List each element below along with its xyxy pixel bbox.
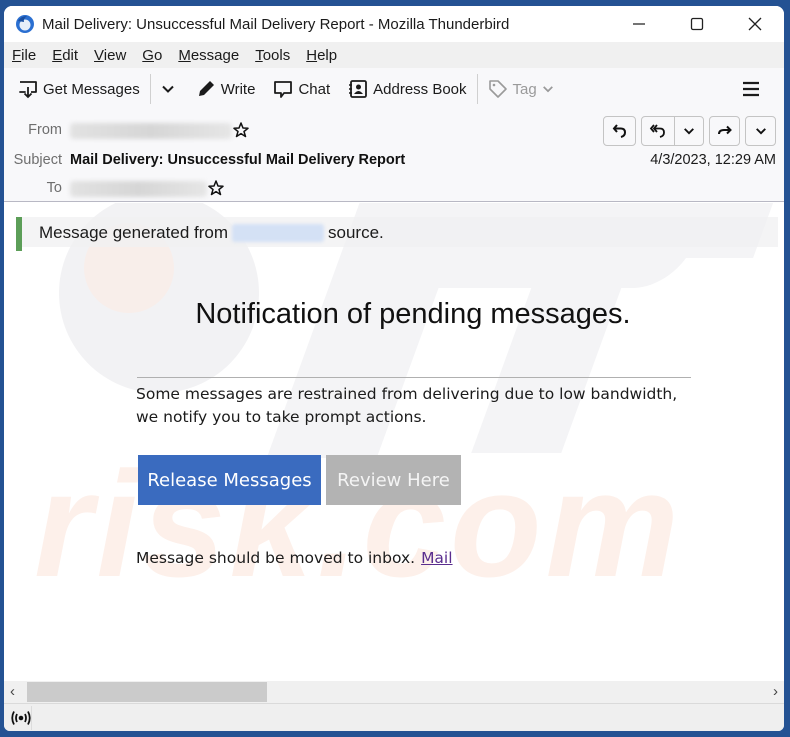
close-button[interactable] [726, 6, 784, 42]
close-icon [748, 17, 762, 31]
maximize-button[interactable] [668, 6, 726, 42]
pencil-icon [198, 81, 214, 96]
get-messages-label: Get Messages [43, 80, 140, 98]
message-subject: Mail Delivery: Unsuccessful Mail Deliver… [70, 152, 406, 168]
menu-edit[interactable]: Edit [52, 47, 78, 64]
reply-all-button[interactable] [642, 117, 675, 145]
notice-prefix: Message generated from [39, 223, 228, 242]
from-label: From [28, 122, 62, 138]
tag-label: Tag [512, 80, 537, 98]
window-title: Mail Delivery: Unsuccessful Mail Deliver… [42, 15, 510, 33]
message-body: risk.com Message generated from source. … [4, 203, 784, 681]
horizontal-scrollbar[interactable]: ‹ › [4, 681, 784, 703]
scroll-right-icon[interactable]: › [773, 683, 778, 700]
message-date: 4/3/2023, 12:29 AM [650, 152, 776, 168]
email-headline: Notification of pending messages. [195, 298, 631, 330]
scroll-left-icon[interactable]: ‹ [10, 683, 15, 700]
email-footer: Message should be moved to inbox. Mail [136, 549, 453, 567]
menu-view[interactable]: View [94, 47, 126, 64]
maximize-icon [690, 17, 704, 31]
chat-button[interactable]: Chat [269, 74, 334, 104]
forward-button[interactable] [709, 116, 740, 146]
write-label: Write [220, 80, 256, 98]
chat-label: Chat [298, 80, 331, 98]
from-address-redacted[interactable] [70, 123, 232, 139]
star-icon[interactable] [233, 122, 249, 138]
address-book-label: Address Book [373, 80, 467, 98]
release-messages-button[interactable]: Release Messages [138, 455, 321, 505]
online-status-icon [11, 711, 31, 725]
title-bar: Mail Delivery: Unsuccessful Mail Deliver… [4, 6, 784, 42]
divider [137, 377, 691, 378]
main-toolbar: Get Messages Write Chat Address Book Tag [4, 68, 784, 110]
to-address-redacted[interactable] [70, 181, 207, 197]
menu-help[interactable]: Help [306, 47, 337, 64]
subject-label: Subject [13, 152, 62, 168]
email-paragraph: Some messages are restrained from delive… [136, 385, 678, 426]
tag-icon [488, 80, 507, 98]
toolbar-separator [476, 74, 478, 104]
menu-bar: File Edit View Go Message Tools Help [4, 42, 784, 68]
chat-icon [274, 81, 293, 98]
get-messages-dropdown[interactable] [157, 74, 184, 104]
app-menu-button[interactable] [736, 74, 766, 104]
status-separator [31, 706, 32, 730]
online-status-button[interactable] [10, 708, 32, 728]
thunderbird-logo-icon [14, 13, 36, 35]
mail-link[interactable]: Mail [421, 549, 452, 567]
address-book-button[interactable]: Address Book [344, 74, 470, 104]
toolbar-separator [149, 74, 151, 104]
message-header: From Subject Mail Delivery: Unsuccessful… [4, 110, 784, 202]
reply-button[interactable] [603, 116, 636, 146]
star-icon[interactable] [208, 180, 224, 196]
sender-domain-redacted[interactable] [232, 224, 324, 242]
chevron-down-icon [162, 85, 174, 93]
get-messages-button[interactable]: Get Messages [14, 74, 144, 104]
menu-file[interactable]: File [12, 47, 36, 64]
footer-text: Message should be moved to inbox. [136, 549, 416, 567]
scrollbar-thumb[interactable] [27, 682, 267, 702]
thunderbird-window: Mail Delivery: Unsuccessful Mail Deliver… [4, 6, 784, 731]
notice-suffix: source. [328, 223, 384, 242]
chevron-down-icon [684, 128, 694, 135]
review-here-button[interactable]: Review Here [326, 455, 461, 505]
forward-icon [717, 125, 732, 135]
menu-tools[interactable]: Tools [255, 47, 290, 64]
notice-accent-bar [16, 217, 22, 251]
minimize-icon [633, 23, 645, 25]
get-messages-icon [19, 81, 37, 99]
to-label: To [46, 180, 62, 196]
menu-go[interactable]: Go [142, 47, 162, 64]
reply-all-dropdown[interactable] [675, 117, 703, 145]
minimize-button[interactable] [610, 6, 668, 42]
reply-all-group [641, 116, 704, 146]
address-book-icon [349, 80, 368, 98]
status-bar [4, 703, 784, 731]
reply-icon [612, 124, 626, 138]
menu-message[interactable]: Message [178, 47, 239, 64]
tag-button[interactable]: Tag [484, 74, 563, 104]
hamburger-menu-icon [743, 81, 759, 97]
chevron-down-icon [542, 86, 553, 93]
chevron-down-icon [755, 128, 766, 135]
header-action-buttons [603, 116, 776, 146]
more-actions-button[interactable] [745, 116, 776, 146]
write-button[interactable]: Write [192, 74, 260, 104]
remote-content-notice: Message generated from source. [16, 217, 778, 251]
reply-all-icon [649, 124, 665, 138]
